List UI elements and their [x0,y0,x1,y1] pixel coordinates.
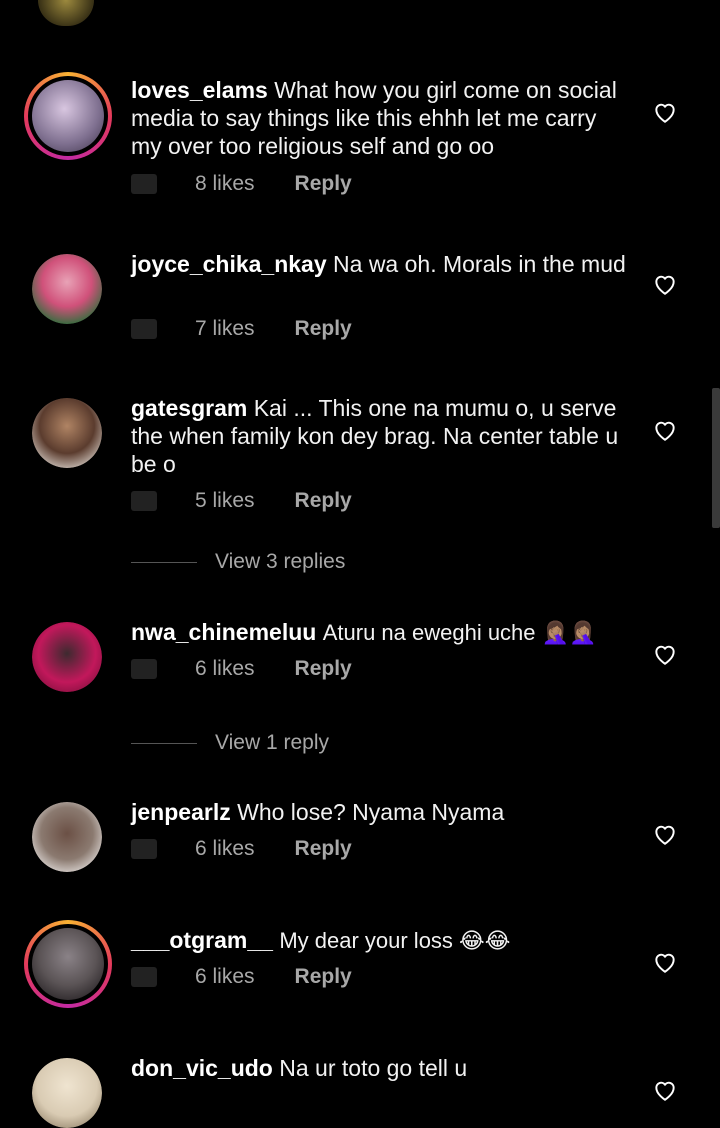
avatar[interactable] [24,72,112,160]
like-heart-icon[interactable] [652,418,678,442]
avatar-partial[interactable] [38,0,94,26]
comment-meta: 6 likes Reply [131,654,352,684]
comment-username[interactable]: don_vic_udo [131,1055,273,1081]
comment-text: ___otgram__ My dear your loss 😂😂 [131,926,631,955]
view-replies-label: View 1 reply [215,731,330,754]
like-heart-icon[interactable] [652,272,678,296]
comment-body: Who lose? Nyama Nyama [237,799,505,825]
like-heart-icon[interactable] [652,950,678,974]
reply-button[interactable]: Reply [295,837,352,861]
comment-text: gatesgram Kai ... This one na mumu o, u … [131,394,631,478]
comment-username[interactable]: loves_elams [131,77,268,103]
comment-body: Aturu na eweghi uche 🤦🏽‍♀️🤦🏽‍♀️ [322,620,597,645]
comment-username[interactable]: gatesgram [131,395,247,421]
avatar[interactable] [24,920,112,1008]
divider-line [131,742,197,744]
view-replies-label: View 3 replies [215,550,346,573]
timestamp [131,174,157,194]
avatar[interactable] [32,802,102,872]
divider-line [131,561,197,563]
comment-text: nwa_chinemeluu Aturu na eweghi uche 🤦🏽‍♀… [131,618,631,647]
comment-body: Na wa oh. Morals in the mud [333,251,626,277]
comment-meta: 6 likes Reply [131,834,352,864]
timestamp [131,659,157,679]
like-heart-icon[interactable] [652,642,678,666]
reply-button[interactable]: Reply [295,317,352,341]
comment-meta: 6 likes Reply [131,962,352,992]
likes-count[interactable]: 6 likes [195,837,255,861]
view-replies-button[interactable]: View 1 reply [131,731,329,755]
avatar[interactable] [32,622,102,692]
scrollbar[interactable] [712,388,720,528]
comment-username[interactable]: jenpearlz [131,799,231,825]
comment-username[interactable]: nwa_chinemeluu [131,619,316,645]
reply-button[interactable]: Reply [295,965,352,989]
comment-body: Na ur toto go tell u [279,1055,468,1081]
avatar[interactable] [32,398,102,468]
likes-count[interactable]: 5 likes [195,489,255,513]
reply-button[interactable]: Reply [295,657,352,681]
reply-button[interactable]: Reply [295,489,352,513]
comment-text: don_vic_udo Na ur toto go tell u [131,1054,631,1082]
like-heart-icon[interactable] [652,100,678,124]
comment-text: joyce_chika_nkay Na wa oh. Morals in the… [131,250,631,278]
timestamp [131,967,157,987]
reply-button[interactable]: Reply [295,172,352,196]
avatar[interactable] [32,254,102,324]
comment-meta: 8 likes Reply [131,169,352,199]
like-heart-icon[interactable] [652,1078,678,1102]
comment-username[interactable]: ___otgram__ [131,927,273,953]
timestamp [131,491,157,511]
comment-meta: 5 likes Reply [131,486,352,516]
comment-text: jenpearlz Who lose? Nyama Nyama [131,798,631,826]
comment-username[interactable]: joyce_chika_nkay [131,251,327,277]
like-heart-icon[interactable] [652,822,678,846]
comment-text: loves_elams What how you girl come on so… [131,76,631,160]
likes-count[interactable]: 6 likes [195,657,255,681]
view-replies-button[interactable]: View 3 replies [131,550,345,574]
comment-body: My dear your loss 😂😂 [279,928,511,953]
likes-count[interactable]: 6 likes [195,965,255,989]
timestamp [131,319,157,339]
likes-count[interactable]: 7 likes [195,317,255,341]
avatar[interactable] [32,1058,102,1128]
likes-count[interactable]: 8 likes [195,172,255,196]
timestamp [131,839,157,859]
comment-meta: 7 likes Reply [131,314,352,344]
